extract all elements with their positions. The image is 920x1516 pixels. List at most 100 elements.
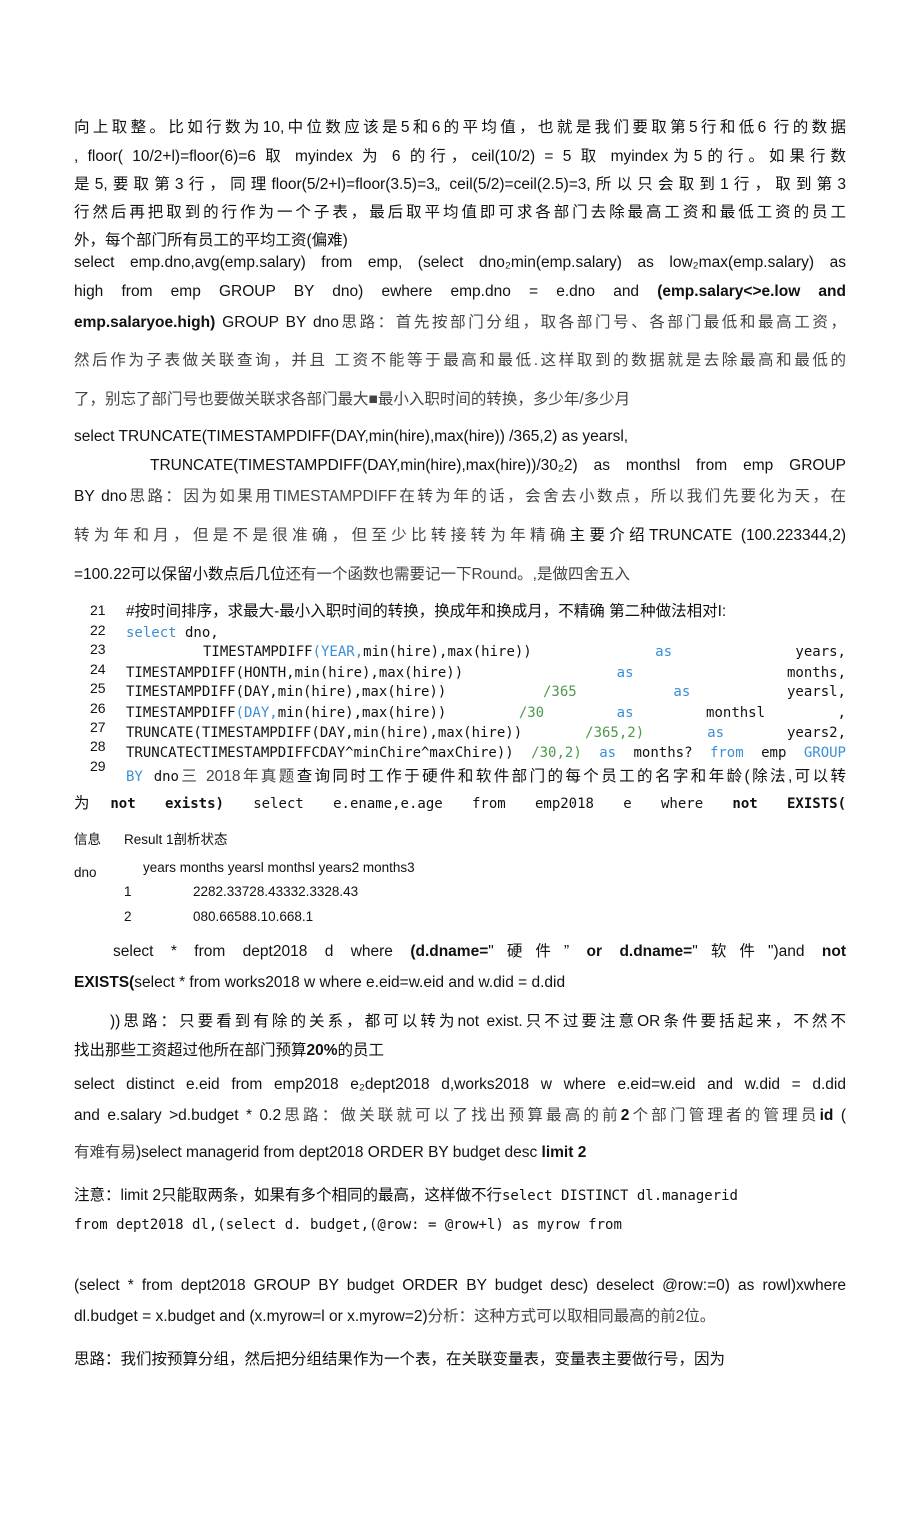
text-line: select * from dept2018 d where (d.dname=… xyxy=(113,942,846,962)
text-segment: GROUP BY dno xyxy=(215,314,339,331)
text-segment: months? xyxy=(616,745,710,761)
text-segment: dno xyxy=(74,865,97,880)
text-segment: not exists) xyxy=(110,796,224,812)
text-line: BY dno三 2018年真题查询同时工作于硬件和软件部门的每个员工的名字和年龄… xyxy=(126,767,846,787)
text-line: dl.budget = x.budget and (x.myrow=l or x… xyxy=(74,1307,846,1327)
text-segment: 主要介绍TRUNCATE xyxy=(569,527,733,544)
text-segment: 找出那些工资超过他所在部门预算 xyxy=(74,1042,307,1059)
text-segment: and e.salary >d.budget * 0.2 xyxy=(74,1107,282,1124)
text-line: ))思路：只要看到有除的关系，都可以转为not exist.只不过要注意OR条件… xyxy=(110,1012,846,1032)
text-segment: "软件")and xyxy=(692,943,822,960)
code-line-number: 25 xyxy=(90,680,106,696)
text-segment: 了，别忘了部门号也要做关联求各部门最大■最小入职时间的转换，多少年/多少月 xyxy=(74,391,631,408)
code-line-number: 23 xyxy=(90,641,106,657)
text-segment: 080.66588.10.668.1 xyxy=(193,909,314,924)
text-segment: TRUNCATE(TIMESTAMPDIFF(DAY,min(hire),max… xyxy=(126,725,586,741)
text-line: TIMESTAMPDIFF(DAY,min(hire),max(hire)) /… xyxy=(126,682,846,702)
text-segment: 思路：因为如果用TIMESTAMPDIFF在转为年的话，会舍去小数点，所以我们先… xyxy=(127,488,846,505)
text-segment: high from emp GROUP BY dno) ewhere emp.d… xyxy=(74,283,658,300)
text-segment xyxy=(577,684,674,700)
text-segment: BY xyxy=(126,769,143,785)
text-line: 1 xyxy=(124,882,154,902)
text-segment xyxy=(644,725,707,741)
text-segment: (YEAR, xyxy=(312,644,364,660)
text-line: TIMESTAMPDIFF(HONTH,min(hire),max(hire))… xyxy=(126,663,846,683)
text-segment: 还有一个函数也需要记一下Round。,是做四舍五入 xyxy=(285,566,630,583)
text-segment: emp.salaryoe.high) xyxy=(74,314,216,331)
text-line: select distinct e.eid from emp2018 e₂dep… xyxy=(74,1075,846,1095)
code-line-number: 29 xyxy=(90,758,106,774)
text-segment: 2 xyxy=(124,909,132,924)
text-line: 然后作为子表做关联查询，并且 工资不能等于最高和最低.这样取到的数据就是去除最高… xyxy=(74,351,846,371)
text-segment: select * from works2018 w where e.eid=w.… xyxy=(134,974,566,991)
text-segment: ( xyxy=(833,1107,847,1124)
text-line: dno xyxy=(74,863,134,883)
code-line-number: 24 xyxy=(90,661,106,677)
text-line: EXISTS(select * from works2018 w where e… xyxy=(74,973,846,993)
text-segment: TIMESTAMPDIFF(HONTH,min(hire),max(hire)) xyxy=(126,665,617,681)
text-segment: TRUNCATE(TIMESTAMPDIFF(DAY,min(hire),max… xyxy=(150,457,846,474)
text-segment: /365,2) xyxy=(585,725,645,741)
code-line-number: 28 xyxy=(90,738,106,754)
text-line: 080.66588.10.668.1 xyxy=(193,907,593,927)
text-line: Result 1剖析状态 xyxy=(124,830,424,850)
text-segment: 有难有易 xyxy=(74,1144,137,1161)
text-segment: 的员工 xyxy=(337,1042,385,1059)
text-segment: =100.22可以保留小数点后几位 xyxy=(74,566,286,583)
text-segment: as xyxy=(673,684,691,700)
text-segment: 个部门管理者的管理员 xyxy=(629,1107,820,1124)
text-segment: 分析：这种方式可以取相同最高的前2位。 xyxy=(427,1308,716,1325)
text-line: 向上取整。比如行数为10,中位数应该是5和6的平均值，也就是我们要取第5行和低6… xyxy=(74,118,846,138)
text-segment: Result 1剖析状态 xyxy=(124,832,228,847)
text-segment: 是5,要取第3行，同理floor(5/2+l)=floor(3.5)=3„ ce… xyxy=(74,176,846,193)
text-segment: 思路：我们按预算分组，然后把分组结果作为一个表，在关联变量表，变量表主要做行号，… xyxy=(74,1351,726,1368)
text-segment: min(hire),max(hire)) xyxy=(277,705,519,721)
text-segment: or d.dname= xyxy=(569,943,693,960)
text-line: 找出那些工资超过他所在部门预算20%的员工 xyxy=(74,1041,846,1061)
text-segment: 三 2018年真题 xyxy=(179,768,297,785)
code-line-number: 26 xyxy=(90,700,106,716)
text-segment: as xyxy=(655,644,672,660)
text-line: emp.salaryoe.high) GROUP BY dno思路：首先按部门分… xyxy=(74,313,846,333)
text-segment: months, xyxy=(633,665,846,681)
text-segment: yearsl, xyxy=(690,684,846,700)
text-segment: ))思路：只要看到有除的关系，都可以转为not exist.只不过要注意OR条件… xyxy=(110,1013,846,1030)
text-segment: select distinct e.eid from emp2018 e₂dep… xyxy=(74,1076,846,1093)
text-segment: from dept2018 dl,(select d. budget,(@row… xyxy=(74,1217,622,1233)
text-segment: 为 xyxy=(74,795,111,812)
text-segment: as xyxy=(616,665,634,681)
code-line-number: 21 xyxy=(90,602,106,618)
text-segment: TRUNCATECTIMESTAMPDIFFCDAY^minChire^maxC… xyxy=(126,745,532,761)
text-segment: (DAY, xyxy=(235,705,278,721)
text-segment: select e.ename,e.age from emp2018 e wher… xyxy=(223,796,733,812)
text-line: TRUNCATECTIMESTAMPDIFFCDAY^minChire^maxC… xyxy=(126,743,846,763)
text-segment: dno, xyxy=(176,625,219,641)
text-line: select TRUNCATE(TIMESTAMPDIFF(DAY,min(hi… xyxy=(74,427,846,447)
text-segment: years months yearsl monthsl years2 month… xyxy=(143,860,415,875)
text-segment: , floor( 10/2+l)=floor(6)=6 取 myindex 为 … xyxy=(74,148,846,165)
text-segment: not EXISTS( xyxy=(732,796,846,812)
text-line: 行然后再把取到的行作为一个子表，最后取平均值即可求各部门去除最高工资和最低工资的… xyxy=(74,203,846,223)
code-line-number: 22 xyxy=(90,622,106,638)
text-segment: select emp.dno,avg(emp.salary) from emp,… xyxy=(74,254,846,271)
text-segment: monthsl , xyxy=(633,705,846,721)
text-line: 有难有易)select managerid from dept2018 ORDE… xyxy=(74,1143,846,1163)
text-segment: TIMESTAMPDIFF xyxy=(203,644,313,660)
text-segment: as xyxy=(599,745,617,761)
text-segment: 思路：首先按部门分组，取各部门号、各部门最低和最高工资， xyxy=(338,314,846,331)
text-segment: select xyxy=(126,625,177,641)
text-segment: dl.budget = x.budget and (x.myrow=l or x… xyxy=(74,1308,428,1325)
text-line: , floor( 10/2+l)=floor(6)=6 取 myindex 为 … xyxy=(74,147,846,167)
text-segment: 20% xyxy=(306,1042,338,1059)
text-line: TRUNCATE(TIMESTAMPDIFF(DAY,min(hire),max… xyxy=(150,456,846,476)
text-segment xyxy=(582,745,599,761)
text-line: =100.22可以保留小数点后几位还有一个函数也需要记一下Round。,是做四舍… xyxy=(74,565,846,585)
text-line: select dno, xyxy=(126,623,846,643)
text-segment: TIMESTAMPDIFF xyxy=(126,705,236,721)
text-line: 思路：我们按预算分组，然后把分组结果作为一个表，在关联变量表，变量表主要做行号，… xyxy=(74,1350,846,1370)
text-segment: emp xyxy=(743,745,804,761)
text-line: 转为年和月，但是不是很准确，但至少比转接转为年精确主要介绍TRUNCATE (1… xyxy=(74,526,846,546)
text-segment: select TRUNCATE(TIMESTAMPDIFF(DAY,min(hi… xyxy=(74,428,629,445)
text-segment: 然后作为子表做关联查询，并且 工资不能等于最高和最低.这样取到的数据就是去除最高… xyxy=(74,352,846,369)
text-segment: 外，每个部门所有员工的平均工资(偏难) xyxy=(74,232,348,249)
